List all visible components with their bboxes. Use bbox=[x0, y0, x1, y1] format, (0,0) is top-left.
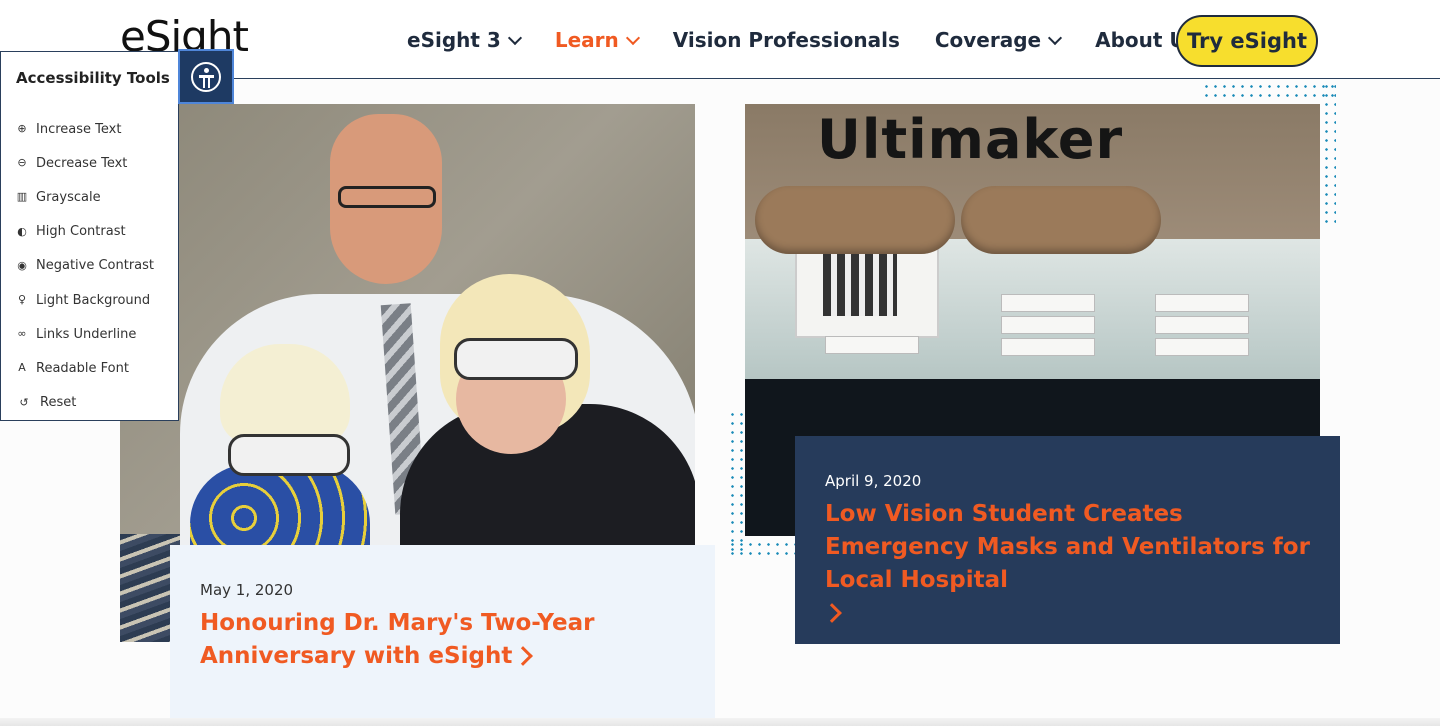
reset-icon: ↺ bbox=[19, 395, 29, 409]
accessibility-tool-readable-font[interactable]: A Readable Font bbox=[16, 351, 154, 385]
accessibility-tool-decrease-text[interactable]: ⊖ Decrease Text bbox=[16, 146, 154, 180]
nav-learn[interactable]: Learn bbox=[555, 28, 640, 52]
chevron-down-icon bbox=[1048, 30, 1063, 45]
chevron-right-icon bbox=[513, 646, 534, 666]
dotted-decoration bbox=[1322, 82, 1336, 228]
page-bottom-edge bbox=[0, 718, 1440, 726]
post-date: April 9, 2020 bbox=[825, 472, 922, 490]
accessibility-icon bbox=[191, 61, 221, 92]
post-card: May 1, 2020 Honouring Dr. Mary's Two-Yea… bbox=[170, 545, 715, 718]
accessibility-panel: Accessibility Tools ⊕ Increase Text ⊖ Decre… bbox=[0, 51, 179, 421]
accessibility-tool-reset[interactable]: ↺ Reset bbox=[16, 386, 154, 420]
post-card: April 9, 2020 Low Vision Student Creates… bbox=[795, 436, 1340, 644]
accessibility-tool-label: Light Background bbox=[36, 292, 151, 308]
chevron-right-icon bbox=[822, 603, 842, 623]
accessibility-tool-grayscale[interactable]: ▥ Grayscale bbox=[16, 180, 154, 214]
accessibility-tool-label: Links Underline bbox=[36, 326, 137, 342]
accessibility-tool-label: Decrease Text bbox=[36, 155, 128, 171]
chevron-down-icon bbox=[625, 30, 640, 45]
accessibility-tool-list: ⊕ Increase Text ⊖ Decrease Text ▥ Grayscale ◐ H… bbox=[16, 112, 154, 420]
contrast-icon: ◐ bbox=[17, 224, 27, 238]
post-title-link[interactable]: Honouring Dr. Mary's Two-Year Anniversar… bbox=[200, 607, 685, 673]
main-nav: eSight 3 Learn Vision Professionals Cove… bbox=[407, 28, 1252, 52]
accessibility-panel-title: Accessibility Tools bbox=[16, 69, 170, 87]
accessibility-tool-light-background[interactable]: ♀ Light Background bbox=[16, 283, 154, 317]
try-esight-button[interactable]: Try eSight bbox=[1176, 15, 1318, 67]
accessibility-tool-label: Readable Font bbox=[36, 360, 129, 376]
post-title-link[interactable]: Low Vision Student Creates Emergency Mas… bbox=[822, 498, 1310, 630]
accessibility-tool-links-underline[interactable]: ∞ Links Underline bbox=[16, 317, 154, 351]
accessibility-tool-label: Grayscale bbox=[36, 189, 101, 205]
accessibility-tool-increase-text[interactable]: ⊕ Increase Text bbox=[16, 112, 154, 146]
ultimaker-brand-text: Ultimaker bbox=[817, 108, 1124, 171]
link-icon: ∞ bbox=[17, 327, 27, 341]
chevron-down-icon bbox=[507, 30, 522, 45]
dotted-decoration bbox=[1202, 82, 1338, 100]
nav-vision-professionals[interactable]: Vision Professionals bbox=[673, 28, 900, 52]
accessibility-tool-label: High Contrast bbox=[36, 224, 126, 240]
accessibility-tool-label: Increase Text bbox=[36, 121, 122, 137]
accessibility-tool-label: Reset bbox=[40, 395, 77, 411]
lightbulb-icon: ♀ bbox=[17, 293, 27, 307]
zoom-out-icon: ⊖ bbox=[17, 156, 27, 170]
nav-coverage[interactable]: Coverage bbox=[935, 28, 1063, 52]
eye-icon: ◉ bbox=[17, 258, 27, 272]
dotted-decoration bbox=[728, 540, 796, 556]
accessibility-tool-high-contrast[interactable]: ◐ High Contrast bbox=[16, 215, 154, 249]
accessibility-tool-negative-contrast[interactable]: ◉ Negative Contrast bbox=[16, 249, 154, 283]
dotted-decoration bbox=[728, 410, 744, 556]
post-date: May 1, 2020 bbox=[200, 581, 294, 599]
nav-esight3[interactable]: eSight 3 bbox=[407, 28, 522, 52]
font-icon: A bbox=[18, 361, 26, 375]
barcode-icon: ▥ bbox=[16, 190, 28, 204]
zoom-in-icon: ⊕ bbox=[17, 122, 27, 136]
accessibility-toggle-button[interactable] bbox=[178, 49, 234, 104]
accessibility-tool-label: Negative Contrast bbox=[36, 258, 155, 274]
